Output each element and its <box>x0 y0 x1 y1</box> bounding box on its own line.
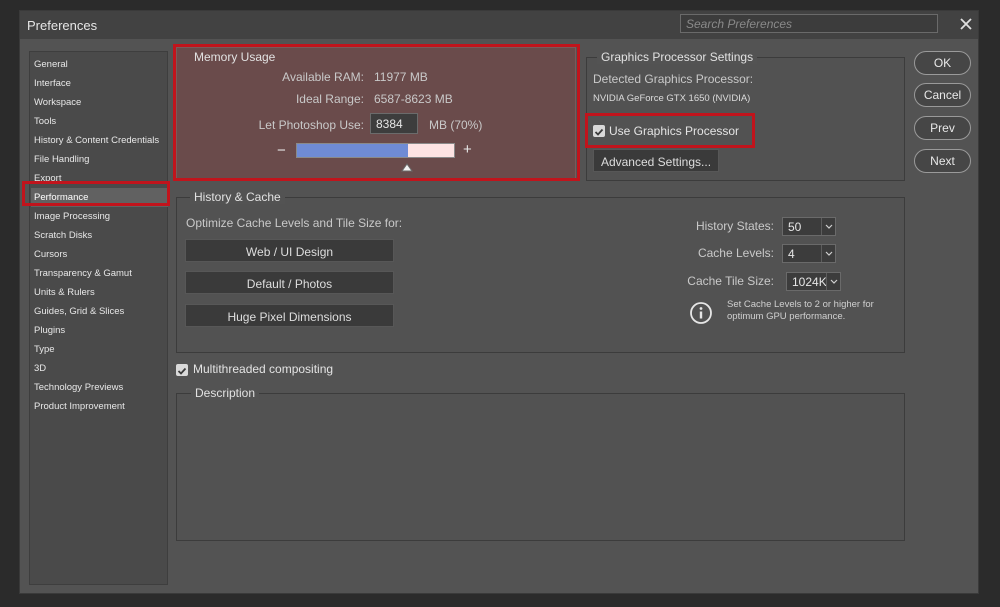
cache-levels-label: Cache Levels: <box>697 246 774 260</box>
default-photos-button[interactable]: Default / Photos <box>185 271 394 294</box>
history-states-label: History States: <box>695 219 774 233</box>
title-bar: Preferences <box>20 11 978 39</box>
sidebar-item-general[interactable]: General <box>31 55 168 74</box>
sidebar-item-tools[interactable]: Tools <box>31 112 168 131</box>
sidebar-item-product-improvement[interactable]: Product Improvement <box>31 397 168 416</box>
history-states-select[interactable]: 50 <box>782 217 836 236</box>
sidebar-item-image-processing[interactable]: Image Processing <box>31 207 168 226</box>
detected-gpu-label: Detected Graphics Processor: <box>593 72 754 86</box>
web-ui-design-button[interactable]: Web / UI Design <box>185 239 394 262</box>
cache-levels-value: 4 <box>788 247 795 261</box>
sidebar-item-tech-previews[interactable]: Technology Previews <box>31 378 168 397</box>
cache-tile-size-value: 1024K <box>792 275 827 289</box>
performance-highlight <box>22 181 170 206</box>
sidebar-item-history[interactable]: History & Content Credentials <box>31 131 168 150</box>
history-states-value: 50 <box>788 220 802 234</box>
chevron-down-icon <box>826 273 840 290</box>
sidebar-item-scratch-disks[interactable]: Scratch Disks <box>31 226 168 245</box>
chevron-down-icon <box>821 218 835 235</box>
sidebar-item-units[interactable]: Units & Rulers <box>31 283 168 302</box>
cache-levels-select[interactable]: 4 <box>782 244 836 263</box>
huge-pixel-dimensions-button[interactable]: Huge Pixel Dimensions <box>185 304 394 327</box>
multithreaded-label: Multithreaded compositing <box>193 362 334 376</box>
next-button[interactable]: Next <box>914 149 971 173</box>
cancel-button[interactable]: Cancel <box>914 83 971 107</box>
sidebar-item-3d[interactable]: 3D <box>31 359 168 378</box>
memory-highlight <box>173 44 580 181</box>
multithreaded-checkbox[interactable] <box>176 364 188 376</box>
cache-tile-size-label: Cache Tile Size: <box>687 274 774 288</box>
gpu-highlight <box>585 113 755 148</box>
cache-tile-size-select[interactable]: 1024K <box>786 272 841 291</box>
advanced-settings-button[interactable]: Advanced Settings... <box>593 149 719 172</box>
optimize-label: Optimize Cache Levels and Tile Size for: <box>186 216 403 230</box>
description-title: Description <box>191 386 260 400</box>
history-cache-title: History & Cache <box>190 190 285 204</box>
sidebar-item-cursors[interactable]: Cursors <box>31 245 168 264</box>
prev-button[interactable]: Prev <box>914 116 971 140</box>
sidebar-item-type[interactable]: Type <box>31 340 168 359</box>
sidebar-item-interface[interactable]: Interface <box>31 74 168 93</box>
detected-gpu-value: NVIDIA GeForce GTX 1650 (NVIDIA) <box>593 93 751 104</box>
window-title: Preferences <box>27 18 98 33</box>
info-icon <box>689 301 713 325</box>
sidebar: General Interface Workspace Tools Histor… <box>29 51 168 585</box>
search-input[interactable] <box>680 14 938 33</box>
gpu-title: Graphics Processor Settings <box>597 50 758 64</box>
sidebar-item-plugins[interactable]: Plugins <box>31 321 168 340</box>
cache-info-text: Set Cache Levels to 2 or higher for opti… <box>727 299 874 322</box>
description-group <box>176 393 905 541</box>
sidebar-item-transparency[interactable]: Transparency & Gamut <box>31 264 168 283</box>
ok-button[interactable]: OK <box>914 51 971 75</box>
sidebar-item-file-handling[interactable]: File Handling <box>31 150 168 169</box>
chevron-down-icon <box>821 245 835 262</box>
sidebar-item-guides[interactable]: Guides, Grid & Slices <box>31 302 168 321</box>
close-icon[interactable] <box>956 14 976 34</box>
sidebar-item-workspace[interactable]: Workspace <box>31 93 168 112</box>
preferences-window: Preferences General Interface Workspace … <box>19 10 979 594</box>
